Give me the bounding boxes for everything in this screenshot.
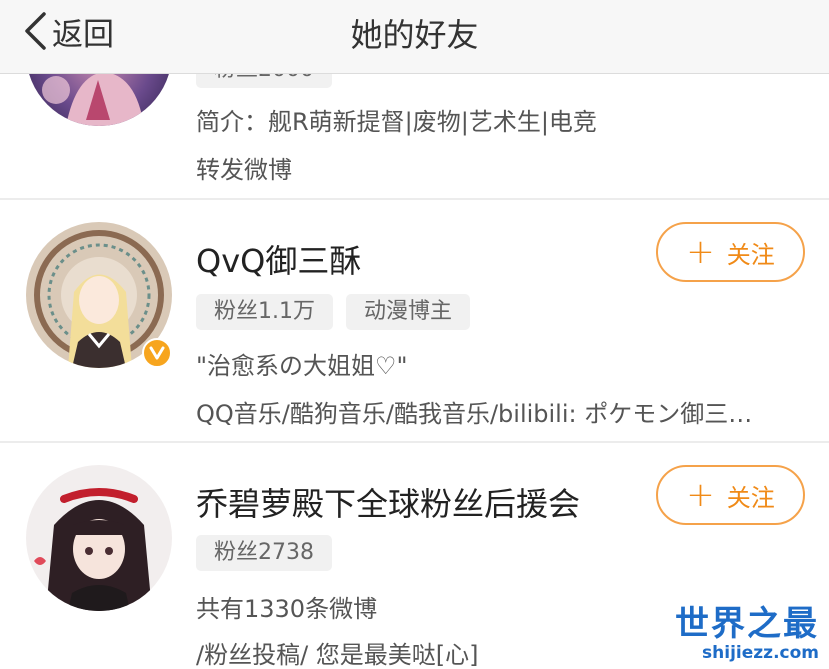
avatar[interactable] xyxy=(26,465,172,611)
friends-list: 粉丝2000 简介：舰R萌新提督|废物|艺术生|电竞 转发微博 QvQ御三酥 粉… xyxy=(0,0,829,669)
page-title: 她的好友 xyxy=(350,16,479,54)
watermark-title: 世界之最 xyxy=(675,604,819,644)
user-intro: 简介：舰R萌新提督|废物|艺术生|电竞 xyxy=(196,108,597,136)
plus-icon: + xyxy=(686,475,715,515)
user-name[interactable]: QvQ御三酥 xyxy=(196,236,361,282)
repost-status: 转发微博 xyxy=(196,156,292,184)
nav-bar: 返回 她的好友 xyxy=(0,0,829,74)
avatar-image xyxy=(26,465,172,611)
follow-button[interactable]: + 关注 xyxy=(656,222,805,282)
fans-count-tag: 粉丝2738 xyxy=(196,535,332,571)
watermark-logo: 世界之最 shijiezz.com xyxy=(675,605,819,663)
user-name[interactable]: 乔碧萝殿下全球粉丝后援会 xyxy=(196,479,580,525)
watermark-url: shijiezz.com xyxy=(702,643,819,663)
post-count: 共有1330条微博 xyxy=(196,595,378,623)
fans-count-tag: 粉丝1.1万 xyxy=(196,294,333,330)
user-intro: "治愈系の大姐姐♡" xyxy=(196,352,408,380)
plus-icon: + xyxy=(686,232,715,272)
list-item[interactable]: QvQ御三酥 粉丝1.1万 动漫博主 "治愈系の大姐姐♡" QQ音乐/酷狗音乐/… xyxy=(0,200,829,441)
follow-label: 关注 xyxy=(726,240,775,269)
user-links: QQ音乐/酷狗音乐/酷我音乐/bilibili: ポケモン御三… xyxy=(196,400,753,428)
category-tag: 动漫博主 xyxy=(346,294,471,330)
latest-post: /粉丝投稿/ 您是最美哒[心] xyxy=(196,641,479,669)
follow-label: 关注 xyxy=(726,483,775,512)
follow-button[interactable]: + 关注 xyxy=(656,465,805,525)
verified-badge-icon xyxy=(142,338,172,368)
